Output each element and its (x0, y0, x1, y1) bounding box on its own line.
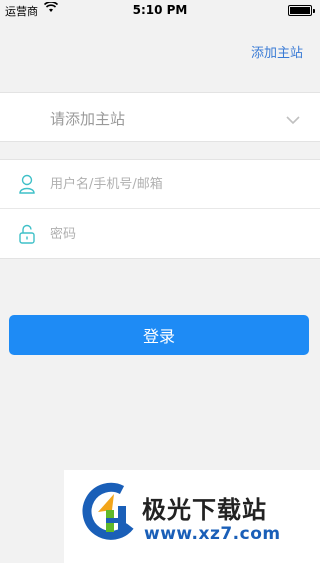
user-icon (19, 174, 35, 198)
site-logo (78, 480, 142, 548)
password-input[interactable] (50, 222, 300, 246)
watermark-url: www.xz7.com (144, 524, 281, 544)
login-button[interactable]: 登录 (9, 315, 309, 355)
watermark-title: 极光下载站 (142, 496, 267, 524)
watermark: 极光下载站 www.xz7.com (64, 470, 320, 563)
site-select-placeholder: 请添加主站 (50, 110, 126, 128)
chevron-down-icon[interactable] (286, 110, 300, 129)
lock-icon (19, 224, 35, 248)
site-select[interactable]: 请添加主站 (0, 92, 320, 142)
username-input[interactable] (50, 172, 300, 196)
status-bar: 运营商 5:10 PM (0, 0, 320, 20)
battery-icon (288, 5, 315, 16)
password-row (0, 210, 320, 259)
login-form (0, 159, 320, 259)
add-site-link[interactable]: 添加主站 (251, 42, 303, 61)
username-row (0, 160, 320, 209)
status-time: 5:10 PM (132, 3, 188, 17)
